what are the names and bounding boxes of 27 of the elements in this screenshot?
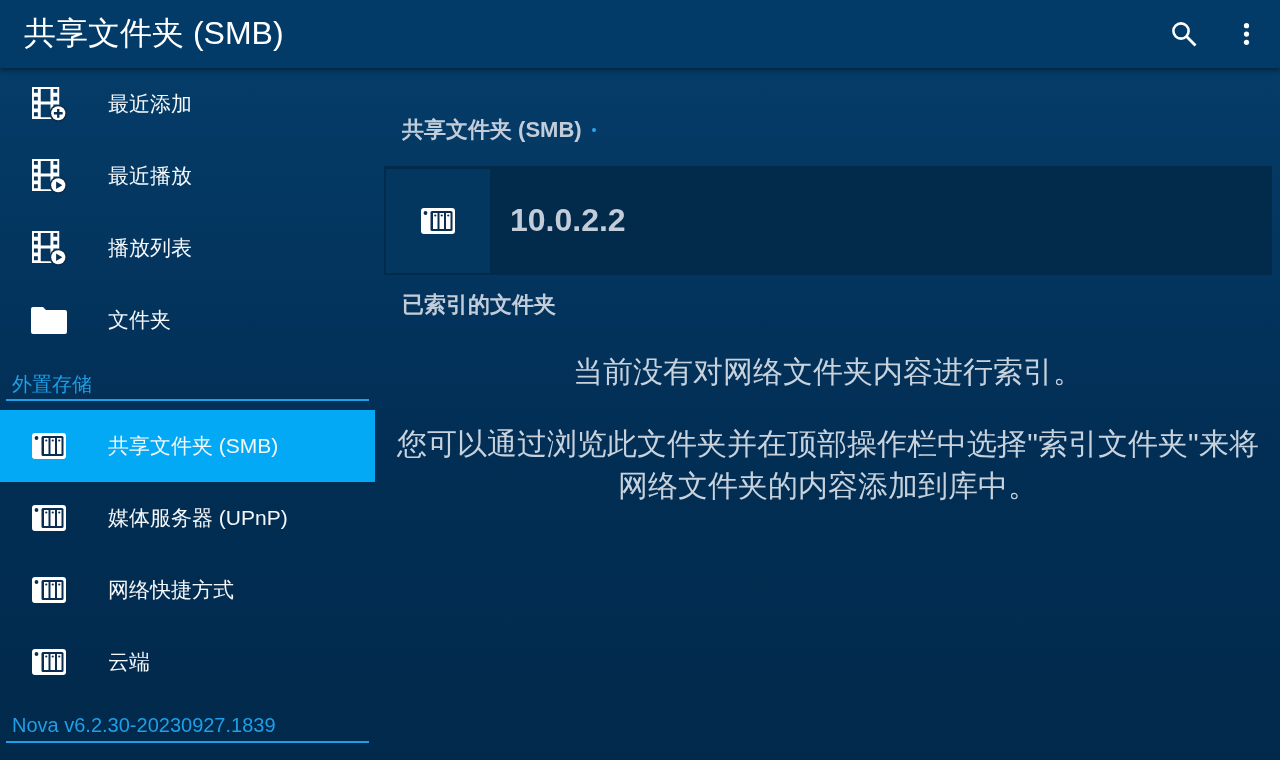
section-header: 外置存储 xyxy=(6,356,369,401)
server-icon xyxy=(32,505,66,531)
sidebar-item[interactable]: 最近播放 xyxy=(0,140,375,212)
sidebar-item[interactable]: 文件夹 xyxy=(0,284,375,356)
server-item[interactable]: 10.0.2.2 xyxy=(384,165,1272,275)
section-title: 共享文件夹 (SMB) xyxy=(402,116,582,144)
version-label: Nova v6.2.30-20230927.1839 xyxy=(6,698,369,743)
sidebar-item[interactable]: 网络快捷方式 xyxy=(0,554,375,626)
more-icon xyxy=(1242,22,1250,46)
sidebar-item[interactable]: 最近添加 xyxy=(0,68,375,140)
empty-message: 您可以通过浏览此文件夹并在顶部操作栏中选择"索引文件夹"来将网络文件夹的内容添加到库中。 xyxy=(396,426,1260,504)
sidebar-item[interactable]: 媒体服务器 (UPnP) xyxy=(0,482,375,554)
film-plus-icon xyxy=(31,86,67,122)
server-icon xyxy=(421,207,455,234)
server-icon xyxy=(32,649,66,675)
dot-icon xyxy=(591,128,596,132)
search-icon xyxy=(1171,21,1197,47)
film-play-icon xyxy=(31,158,67,194)
sidebar-item[interactable]: 云端 xyxy=(0,626,375,698)
server-icon xyxy=(32,433,66,459)
server-icon xyxy=(32,577,66,603)
sidebar-item[interactable]: 播放列表 xyxy=(0,212,375,284)
film-play-icon xyxy=(31,230,67,266)
app-title: 共享文件夹 (SMB) xyxy=(24,14,285,53)
empty-message: 当前没有对网络文件夹内容进行索引。 xyxy=(572,354,1084,390)
section-title: 已索引的文件夹 xyxy=(401,291,556,319)
folder-icon xyxy=(31,306,67,334)
